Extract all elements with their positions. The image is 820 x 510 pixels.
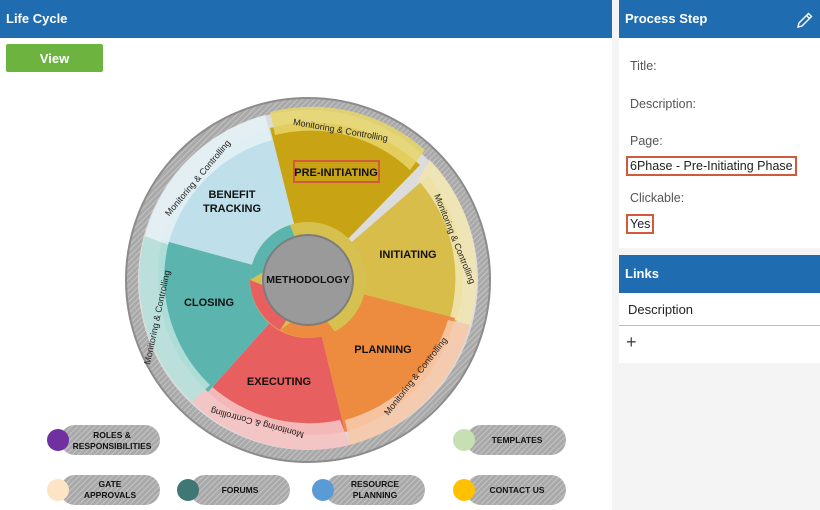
clickable-field-value: Yes (626, 214, 655, 234)
forums-dot-icon (177, 479, 199, 501)
legend-forums-label: FORUMS (222, 485, 259, 495)
lifecycle-diagram: METHODOLOGY PRE-INITIATING INITIATING PL… (47, 97, 566, 505)
legend-roles-responsibilities[interactable]: ROLES & RESPONSIBILITIES (47, 425, 160, 455)
legend-roles-line2: RESPONSIBILITIES (73, 441, 152, 451)
legend-resource-planning[interactable]: RESOURCE PLANNING (312, 475, 425, 505)
legend-templates[interactable]: TEMPLATES (453, 425, 566, 455)
links-divider (619, 325, 820, 326)
phase-label-planning: PLANNING (354, 344, 411, 356)
legend-resource-line1: RESOURCE (351, 479, 400, 489)
page-field-label: Page: (630, 134, 663, 148)
legend-forums[interactable]: FORUMS (177, 475, 290, 505)
title-field-label: Title: (630, 59, 657, 73)
process-step-title: Process Step (625, 11, 708, 26)
phase-label-executing: EXECUTING (247, 376, 311, 388)
roles-dot-icon (47, 429, 69, 451)
phase-label-closing: CLOSING (184, 297, 234, 309)
phase-label-pre-initiating: PRE-INITIATING (294, 167, 378, 179)
legend-contact-label: CONTACT US (489, 485, 544, 495)
resource-dot-icon (312, 479, 334, 501)
legend-gate-line1: GATE (99, 479, 122, 489)
methodology-label: METHODOLOGY (266, 274, 349, 286)
legend-resource-line2: PLANNING (353, 490, 398, 500)
links-title: Links (625, 266, 659, 281)
legend-gate-approvals[interactable]: GATE APPROVALS (47, 475, 160, 505)
clickable-field-label: Clickable: (630, 191, 685, 205)
links-description-header: Description (628, 302, 694, 317)
pencil-edit-icon[interactable] (796, 11, 814, 29)
links-header: Links (619, 255, 820, 293)
legend-gate-line2: APPROVALS (84, 490, 137, 500)
process-step-header: Process Step (619, 0, 820, 38)
templates-dot-icon (453, 429, 475, 451)
phase-label-benefit: BENEFIT (208, 189, 255, 201)
add-link-plus-icon[interactable]: + (626, 333, 637, 351)
contact-dot-icon (453, 479, 475, 501)
phase-label-tracking: TRACKING (203, 203, 261, 215)
legend-templates-label: TEMPLATES (492, 435, 543, 445)
legend-contact-us[interactable]: CONTACT US (453, 475, 566, 505)
legend-roles-line1: ROLES & (93, 430, 131, 440)
phase-label-initiating: INITIATING (379, 249, 436, 261)
page-field-value: 6Phase - Pre-Initiating Phase (626, 156, 797, 176)
description-field-label: Description: (630, 97, 696, 111)
gate-dot-icon (47, 479, 69, 501)
